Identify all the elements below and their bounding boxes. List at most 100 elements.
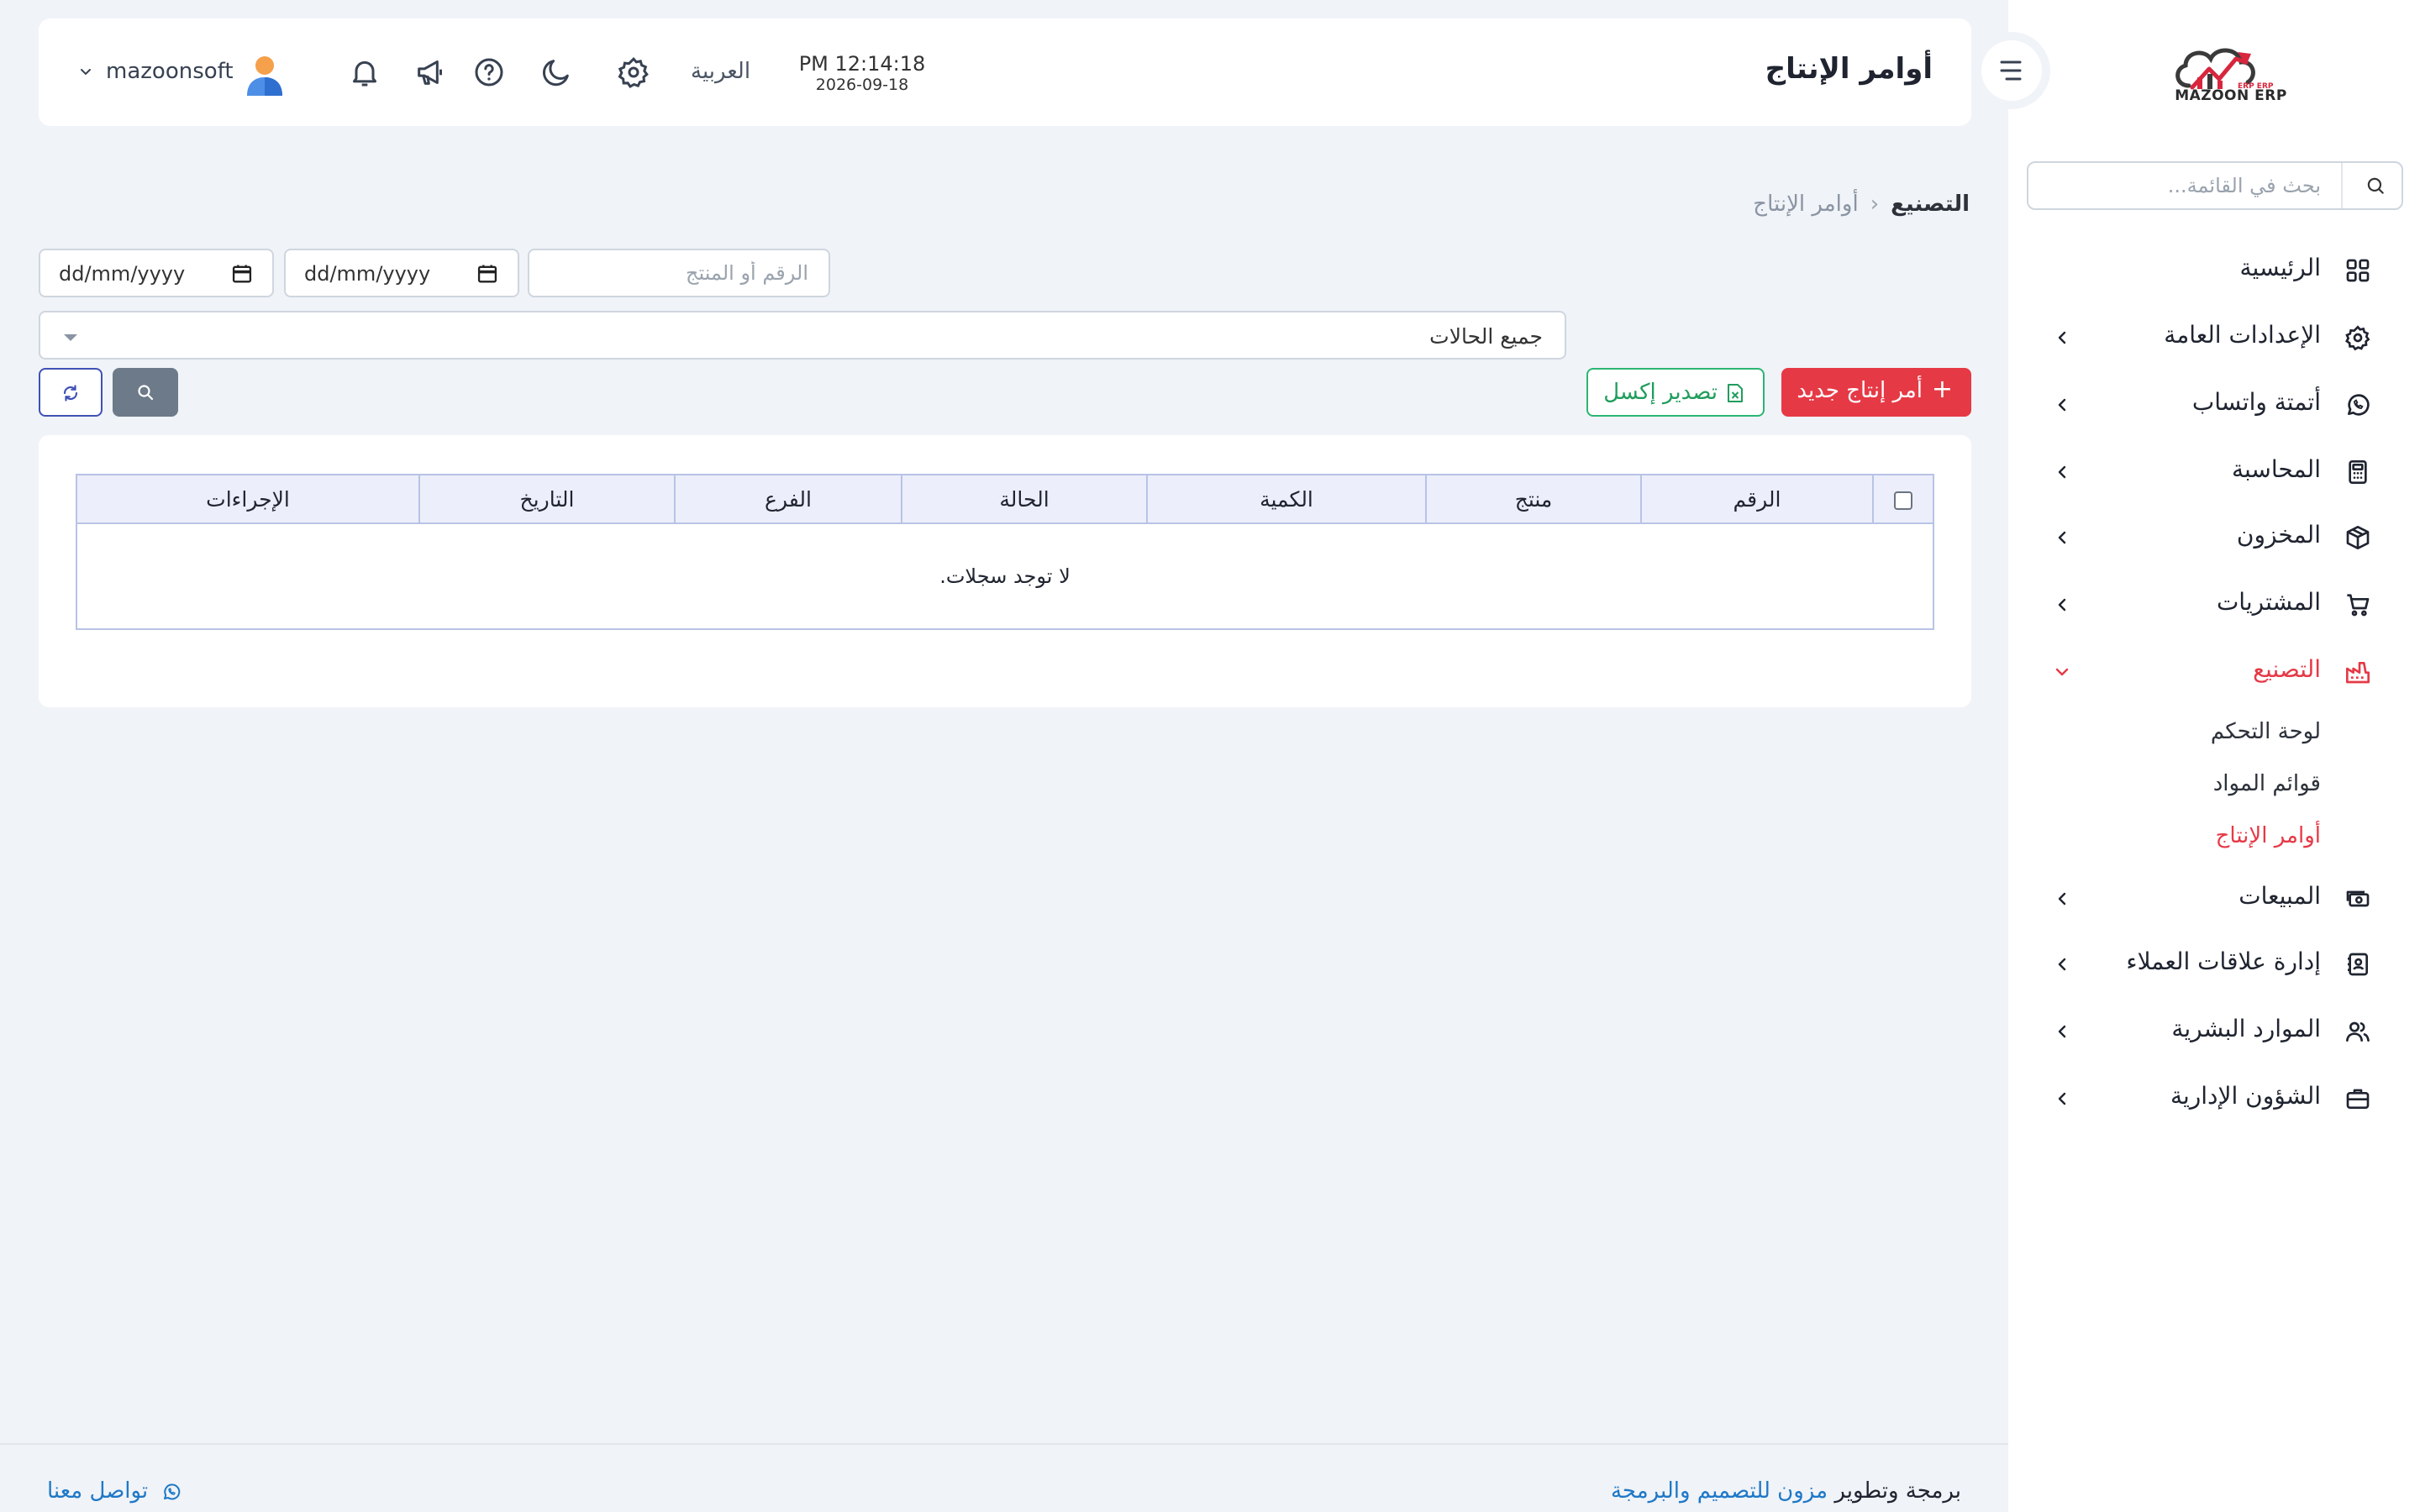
breadcrumb: التصنيع ‹ أوامر الإنتاج [1753, 192, 1970, 217]
gear-icon [2345, 325, 2370, 351]
contact-us-label: تواصل معنا [47, 1478, 149, 1504]
sidebar-item-label: المبيعات [2238, 882, 2321, 910]
chevron-left-icon [2058, 1092, 2066, 1105]
user-name[interactable]: mazoonsoft [106, 59, 234, 84]
production-orders-table: الرقم منتج الكمية الحالة الفرع التاريخ ا… [76, 474, 1934, 630]
select-all-checkbox[interactable] [1894, 491, 1912, 510]
sidebar-item-purchases[interactable]: المشتريات [2008, 578, 2420, 632]
column-header-number[interactable]: الرقم [1640, 474, 1874, 524]
new-production-order-button[interactable]: + أمر إنتاج جديد [1781, 368, 1971, 417]
cart-icon [2347, 594, 2370, 617]
table-header-row: الرقم منتج الكمية الحالة الفرع التاريخ ا… [76, 474, 1934, 524]
sidebar: ERP ERP MAZOON ERP الرئيسية الإعدادات ال… [2008, 0, 2420, 1512]
calendar-icon[interactable] [230, 262, 254, 286]
contact-us-link[interactable]: تواصل معنا [47, 1478, 182, 1504]
search-icon[interactable] [2365, 175, 2386, 197]
refresh-button[interactable] [39, 368, 103, 417]
search-icon [138, 385, 154, 401]
footer: برمجة وتطوير مزون للتصميم والبرمجة تواصل… [0, 1443, 2008, 1512]
sidebar-item-administration[interactable]: الشؤون الإدارية [2008, 1072, 2420, 1126]
language-switcher[interactable]: العربية [691, 59, 750, 84]
caret-down-icon [64, 334, 77, 341]
bell-icon[interactable] [348, 55, 381, 89]
chevron-left-icon [2058, 398, 2066, 412]
grid-icon [2346, 259, 2370, 282]
export-excel-button[interactable]: تصدير إكسل [1586, 368, 1765, 417]
sidebar-item-manufacturing[interactable]: التصنيع [2008, 645, 2420, 699]
refresh-icon [63, 385, 78, 402]
whatsapp-icon [164, 1483, 181, 1499]
sidebar-item-label: المشتريات [2216, 588, 2321, 616]
plus-icon: + [1931, 375, 1953, 404]
sidebar-item-accounting[interactable]: المحاسبة [2008, 445, 2420, 499]
search-button[interactable] [113, 368, 178, 417]
sidebar-subitem-dashboard[interactable]: لوحة التحكم [2211, 719, 2321, 744]
clock: PM 12:14:18 2026-09-18 [778, 52, 946, 94]
sidebar-item-label: الإعدادات العامة [2164, 321, 2321, 349]
column-header-date[interactable]: التاريخ [418, 474, 676, 524]
breadcrumb-parent[interactable]: التصنيع [1891, 192, 1970, 217]
excel-file-icon [1728, 384, 1743, 402]
contacts-icon [2348, 953, 2368, 976]
sidebar-toggle-button[interactable] [1973, 32, 2050, 109]
footer-credit: برمجة وتطوير مزون للتصميم والبرمجة [1611, 1478, 1961, 1504]
sidebar-subitem-bill-of-materials[interactable]: قوائم المواد [2213, 771, 2321, 796]
sidebar-search-input[interactable] [2028, 163, 2341, 208]
sidebar-item-general-settings[interactable]: الإعدادات العامة [2008, 311, 2420, 365]
brand-logo[interactable]: ERP ERP MAZOON ERP [2164, 37, 2298, 121]
chevron-down-icon[interactable] [79, 67, 92, 77]
column-header-actions: الإجراءات [76, 474, 420, 524]
moon-icon[interactable] [539, 55, 573, 89]
breadcrumb-current: أوامر الإنتاج [1753, 192, 1859, 217]
sidebar-item-label: التصنيع [2253, 655, 2321, 683]
column-header-quantity[interactable]: الكمية [1146, 474, 1427, 524]
sidebar-item-crm[interactable]: إدارة علاقات العملاء [2008, 937, 2420, 991]
sidebar-item-human-resources[interactable]: الموارد البشرية [2008, 1005, 2420, 1058]
date-to-value: dd/mm/yyyy [304, 262, 431, 286]
sidebar-item-label: الرئيسية [2239, 254, 2321, 281]
sidebar-item-sales[interactable]: المبيعات [2008, 872, 2420, 926]
avatar[interactable] [245, 54, 284, 96]
settings-gear-icon[interactable] [617, 55, 650, 89]
select-all-header [1872, 474, 1934, 524]
sidebar-item-label: الشؤون الإدارية [2170, 1082, 2321, 1110]
chevron-left-icon [2058, 1025, 2066, 1038]
sidebar-item-label: الموارد البشرية [2171, 1015, 2321, 1042]
production-orders-card: الرقم منتج الكمية الحالة الفرع التاريخ ا… [39, 435, 1971, 707]
breadcrumb-separator: ‹ [1870, 192, 1880, 217]
cash-icon [2346, 890, 2370, 907]
column-header-product[interactable]: منتج [1425, 474, 1642, 524]
date-to-input[interactable]: dd/mm/yyyy [284, 249, 519, 297]
date-from-input[interactable]: dd/mm/yyyy [39, 249, 274, 297]
sidebar-item-label: المحاسبة [2231, 455, 2321, 483]
sidebar-item-whatsapp-automation[interactable]: أتمتة واتساب [2008, 378, 2420, 432]
table-row: لا توجد سجلات. [76, 523, 1933, 629]
column-header-status[interactable]: الحالة [901, 474, 1148, 524]
date-from-value: dd/mm/yyyy [59, 262, 186, 286]
number-or-product-input[interactable] [529, 250, 829, 296]
column-header-branch[interactable]: الفرع [674, 474, 902, 524]
empty-state-message: لا توجد سجلات. [939, 564, 1071, 588]
factory-icon [2346, 662, 2370, 684]
export-excel-label: تصدير إكسل [1603, 380, 1718, 405]
footer-company-link[interactable]: مزون للتصميم والبرمجة [1611, 1478, 1828, 1504]
top-bar: أوامر الإنتاج PM 12:14:18 2026-09-18 الع… [39, 18, 1971, 126]
sidebar-item-inventory[interactable]: المخزون [2008, 511, 2420, 564]
menu-icon [2000, 60, 2022, 81]
users-icon [2346, 1021, 2370, 1042]
chevron-left-icon [2058, 598, 2066, 612]
brand-name: MAZOON ERP [2175, 87, 2287, 104]
page-title: أوامر الإنتاج [1765, 52, 1933, 86]
help-icon[interactable] [472, 55, 506, 89]
briefcase-icon [2346, 1089, 2370, 1109]
sidebar-item-home[interactable]: الرئيسية [2008, 244, 2420, 297]
calculator-icon [2349, 460, 2367, 484]
chevron-left-icon [2058, 531, 2066, 544]
box-icon [2346, 526, 2370, 549]
footer-credit-prefix: برمجة وتطوير [1834, 1478, 1961, 1504]
sidebar-search [2027, 161, 2403, 210]
calendar-icon[interactable] [476, 262, 499, 286]
megaphone-icon[interactable] [413, 55, 447, 89]
sidebar-subitem-production-orders[interactable]: أوامر الإنتاج [2216, 823, 2321, 848]
status-select[interactable]: جميع الحالات [39, 311, 1566, 360]
